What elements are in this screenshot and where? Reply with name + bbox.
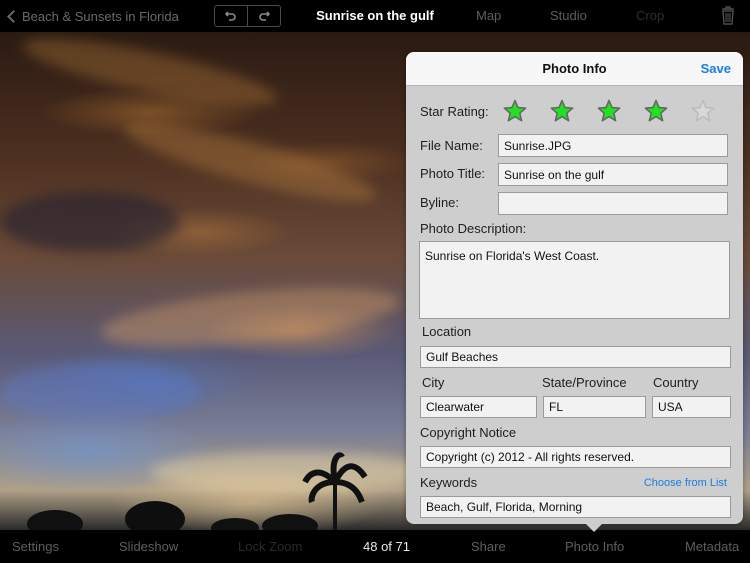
star-filled-icon[interactable] <box>644 99 668 123</box>
redo-button[interactable] <box>247 6 280 26</box>
star-filled-icon[interactable] <box>597 99 621 123</box>
byline-field[interactable] <box>498 192 728 215</box>
photo-title-field[interactable]: Sunrise on the gulf <box>498 163 728 186</box>
share-button[interactable]: Share <box>471 530 506 563</box>
copyright-field[interactable]: Copyright (c) 2012 - All rights reserved… <box>420 446 731 468</box>
cloud-shape <box>150 452 430 492</box>
star-filled-icon[interactable] <box>503 99 527 123</box>
undo-button[interactable] <box>215 6 247 26</box>
keywords-field[interactable]: Beach, Gulf, Florida, Morning <box>420 496 731 518</box>
palm-tree-icon <box>211 514 318 530</box>
settings-button[interactable]: Settings <box>12 530 59 563</box>
keywords-label: Keywords <box>420 475 478 490</box>
redo-icon <box>259 11 270 21</box>
location-label: Location <box>422 324 472 339</box>
photo-counter: 48 of 71 <box>363 539 410 554</box>
photo-info-button[interactable]: Photo Info <box>565 530 624 563</box>
photo-title-heading: Sunrise on the gulf <box>316 8 434 23</box>
star-filled-icon[interactable] <box>550 99 574 123</box>
chevron-left-icon <box>7 9 20 23</box>
bottom-toolbar: Settings Slideshow Lock Zoom 48 of 71 Sh… <box>0 530 750 563</box>
cloud-shape <box>98 276 402 358</box>
state-label: State/Province <box>542 375 627 390</box>
cloud-shape <box>18 32 282 119</box>
cloud-shape <box>0 192 180 252</box>
palm-tree-icon <box>125 501 185 530</box>
popover-title: Photo Info <box>542 61 607 76</box>
save-button[interactable]: Save <box>701 52 731 86</box>
photo-description-field[interactable]: Sunrise on Florida's West Coast. <box>419 241 730 319</box>
photo-info-popover: Photo Info Save Star Rating: File Name: … <box>406 52 743 532</box>
photo-title-label: Photo Title: <box>420 166 486 181</box>
country-label: Country <box>653 375 699 390</box>
cloud-shape <box>119 109 381 215</box>
star-rating-label: Star Rating: <box>420 104 489 119</box>
city-field[interactable]: Clearwater <box>420 396 537 418</box>
state-field[interactable]: FL <box>543 396 646 418</box>
byline-label: Byline: <box>420 195 460 210</box>
photo-description-label: Photo Description: <box>420 221 527 236</box>
undo-icon <box>225 11 236 21</box>
star-empty-icon[interactable] <box>691 99 715 123</box>
tab-map[interactable]: Map <box>476 0 501 32</box>
popover-header: Photo Info Save <box>406 52 743 86</box>
palm-tree-icon <box>27 510 83 530</box>
metadata-button[interactable]: Metadata <box>685 530 739 563</box>
undo-redo-group <box>214 5 281 27</box>
tab-crop[interactable]: Crop <box>636 0 664 32</box>
tab-studio[interactable]: Studio <box>550 0 587 32</box>
lock-zoom-button[interactable]: Lock Zoom <box>238 530 302 563</box>
country-field[interactable]: USA <box>652 396 731 418</box>
popover-arrow <box>586 524 602 532</box>
back-button-label: Beach & Sunsets in Florida <box>22 8 179 24</box>
choose-from-list-link[interactable]: Choose from List <box>644 477 727 489</box>
file-name-label: File Name: <box>420 138 483 153</box>
slideshow-button[interactable]: Slideshow <box>119 530 178 563</box>
top-navigation-bar: Beach & Sunsets in Florida Sunrise on th… <box>0 0 750 32</box>
file-name-field[interactable]: Sunrise.JPG <box>498 134 728 157</box>
city-label: City <box>422 375 445 390</box>
location-field[interactable]: Gulf Beaches <box>420 346 731 368</box>
cloud-shape <box>0 362 200 422</box>
trash-icon[interactable] <box>721 6 735 25</box>
copyright-label: Copyright Notice <box>420 425 517 440</box>
back-button[interactable]: Beach & Sunsets in Florida <box>6 0 179 32</box>
